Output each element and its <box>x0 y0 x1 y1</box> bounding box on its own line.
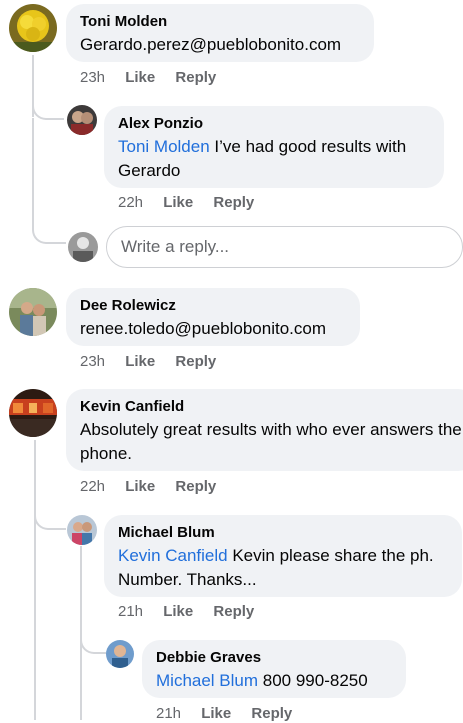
reply-text: 800 990-8250 <box>258 671 368 690</box>
thread-line-toni-lower <box>32 118 34 230</box>
comment-author[interactable]: Kevin Canfield <box>80 397 462 416</box>
thread-curve-michael <box>34 508 66 530</box>
comment-author[interactable]: Dee Rolewicz <box>80 296 346 315</box>
comment-bubble-kevin: Kevin Canfield Absolutely great results … <box>66 389 463 471</box>
comment-actions: 23h Like Reply <box>80 353 216 370</box>
reply-time[interactable]: 22h <box>118 194 143 211</box>
like-button[interactable]: Like <box>125 69 155 86</box>
avatar-debbie-graves[interactable] <box>106 640 134 668</box>
comment-bubble-dee: Dee Rolewicz renee.toledo@pueblobonito.c… <box>66 288 360 346</box>
reply-author[interactable]: Debbie Graves <box>156 648 392 667</box>
reply-actions: 22h Like Reply <box>118 194 254 211</box>
comment-actions: 23h Like Reply <box>80 69 216 86</box>
reply-button[interactable]: Reply <box>175 478 216 495</box>
reply-actions: 21h Like Reply <box>156 705 292 722</box>
reply-button[interactable]: Reply <box>175 69 216 86</box>
comment-author[interactable]: Toni Molden <box>80 12 360 31</box>
avatar-current-user <box>68 232 98 262</box>
reply-time[interactable]: 21h <box>156 705 181 722</box>
reply-actions: 21h Like Reply <box>118 603 254 620</box>
comment-bubble-toni: Toni Molden Gerardo.perez@pueblobonito.c… <box>66 4 374 62</box>
like-button[interactable]: Like <box>125 478 155 495</box>
comment-text: Absolutely great results with who ever a… <box>80 420 462 463</box>
comment-actions: 22h Like Reply <box>80 478 216 495</box>
reply-bubble-debbie: Debbie Graves Michael Blum 800 990-8250 <box>142 640 406 698</box>
reply-button[interactable]: Reply <box>213 194 254 211</box>
reply-button[interactable]: Reply <box>251 705 292 722</box>
like-button[interactable]: Like <box>163 194 193 211</box>
avatar-alex-ponzio[interactable] <box>67 105 97 135</box>
reply-button[interactable]: Reply <box>213 603 254 620</box>
avatar-michael-blum[interactable] <box>67 515 97 545</box>
comment-text: Gerardo.perez@pueblobonito.com <box>80 35 342 54</box>
mention-link[interactable]: Michael Blum <box>156 671 258 690</box>
thread-curve-debbie <box>80 634 106 654</box>
reply-bubble-alex: Alex Ponzio Toni Molden I’ve had good re… <box>104 106 444 188</box>
avatar-kevin-canfield[interactable] <box>9 389 57 437</box>
reply-input-placeholder: Write a reply... <box>121 237 230 256</box>
reply-bubble-michael: Michael Blum Kevin Canfield Kevin please… <box>104 515 462 597</box>
thread-curve-alex <box>32 100 64 120</box>
thread-curve-reply-box <box>32 220 66 244</box>
comment-time[interactable]: 22h <box>80 478 105 495</box>
reply-button[interactable]: Reply <box>175 353 216 370</box>
comment-text: renee.toledo@pueblobonito.com <box>80 319 326 338</box>
thread-line-michael <box>80 546 82 720</box>
avatar-toni-molden[interactable] <box>9 4 57 52</box>
like-button[interactable]: Like <box>125 353 155 370</box>
thread-line-kevin <box>34 440 36 720</box>
mention-link[interactable]: Kevin Canfield <box>118 546 228 565</box>
reply-input[interactable]: Write a reply... <box>106 226 463 268</box>
comment-time[interactable]: 23h <box>80 353 105 370</box>
comment-time[interactable]: 23h <box>80 69 105 86</box>
reply-author[interactable]: Alex Ponzio <box>118 114 430 133</box>
reply-time[interactable]: 21h <box>118 603 143 620</box>
mention-link[interactable]: Toni Molden <box>118 137 210 156</box>
like-button[interactable]: Like <box>201 705 231 722</box>
like-button[interactable]: Like <box>163 603 193 620</box>
avatar-dee-rolewicz[interactable] <box>9 288 57 336</box>
reply-author[interactable]: Michael Blum <box>118 523 448 542</box>
